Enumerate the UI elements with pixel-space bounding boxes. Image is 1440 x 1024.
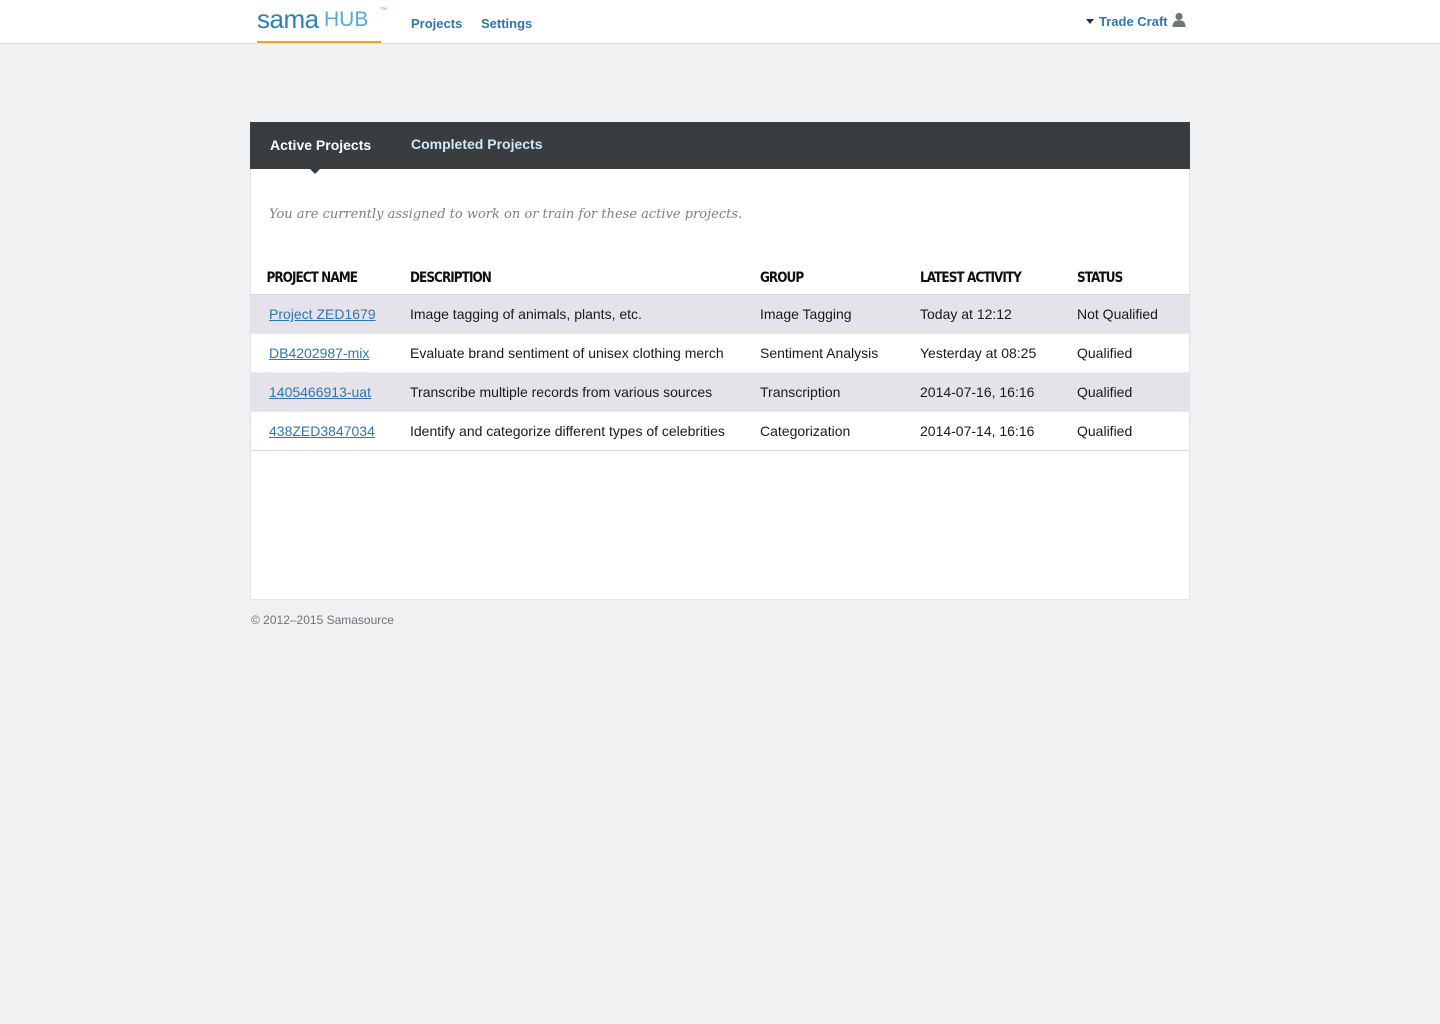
logo-trademark: ™ bbox=[380, 7, 387, 14]
projects-table: PROJECT NAME DESCRIPTION GROUP LATEST AC… bbox=[251, 262, 1189, 451]
column-header-project-name[interactable]: PROJECT NAME bbox=[251, 262, 388, 295]
project-link[interactable]: 438ZED3847034 bbox=[269, 423, 375, 439]
group-cell: Image Tagging bbox=[760, 294, 920, 334]
project-tabs: Active Projects Completed Projects bbox=[250, 122, 1190, 174]
user-menu-dropdown[interactable]: Trade Craft bbox=[1086, 12, 1186, 34]
description-cell: Evaluate brand sentiment of unisex cloth… bbox=[410, 333, 760, 373]
user-icon bbox=[1172, 12, 1186, 30]
activity-cell: 2014-07-14, 16:16 bbox=[920, 411, 1077, 451]
tab-active-projects[interactable]: Active Projects bbox=[270, 137, 371, 153]
logo-secondary-text: HUB bbox=[324, 8, 369, 31]
status-cell: Qualified bbox=[1077, 411, 1189, 451]
project-link[interactable]: DB4202987-mix bbox=[269, 345, 369, 361]
tab-completed-projects[interactable]: Completed Projects bbox=[411, 136, 542, 152]
table-row: 438ZED3847034 Identify and categorize di… bbox=[251, 411, 1189, 451]
status-cell: Qualified bbox=[1077, 372, 1189, 412]
activity-cell: Yesterday at 08:25 bbox=[920, 333, 1077, 373]
intro-text: You are currently assigned to work on or… bbox=[269, 207, 743, 222]
column-header-group[interactable]: GROUP bbox=[760, 262, 898, 295]
project-link[interactable]: 1405466913-uat bbox=[269, 384, 371, 400]
project-name-cell: 1405466913-uat bbox=[251, 372, 410, 412]
top-navbar: sama HUB ™ Projects Settings Trade Craft bbox=[0, 0, 1440, 44]
table-row: 1405466913-uat Transcribe multiple recor… bbox=[251, 372, 1189, 412]
table-header-row: PROJECT NAME DESCRIPTION GROUP LATEST AC… bbox=[251, 262, 1189, 295]
table-row: DB4202987-mix Evaluate brand sentiment o… bbox=[251, 333, 1189, 373]
column-header-latest-activity[interactable]: LATEST ACTIVITY bbox=[920, 262, 1056, 295]
status-cell: Not Qualified bbox=[1077, 294, 1189, 334]
nav-projects-link[interactable]: Projects bbox=[411, 16, 462, 31]
column-header-description[interactable]: DESCRIPTION bbox=[410, 262, 711, 295]
project-name-cell: 438ZED3847034 bbox=[251, 411, 410, 451]
logo-primary-text: sama bbox=[257, 4, 319, 34]
group-cell: Categorization bbox=[760, 411, 920, 451]
column-header-status[interactable]: STATUS bbox=[1077, 262, 1174, 295]
activity-cell: Today at 12:12 bbox=[920, 294, 1077, 334]
description-cell: Image tagging of animals, plants, etc. bbox=[410, 294, 760, 334]
projects-panel: Active Projects Completed Projects You a… bbox=[250, 122, 1190, 600]
nav-settings-link[interactable]: Settings bbox=[481, 16, 532, 31]
status-cell: Qualified bbox=[1077, 333, 1189, 373]
activity-cell: 2014-07-16, 16:16 bbox=[920, 372, 1077, 412]
samahub-logo[interactable]: sama HUB ™ bbox=[257, 2, 387, 43]
project-link[interactable]: Project ZED1679 bbox=[269, 306, 376, 322]
group-cell: Sentiment Analysis bbox=[760, 333, 920, 373]
table-row: Project ZED1679 Image tagging of animals… bbox=[251, 294, 1189, 334]
project-name-cell: Project ZED1679 bbox=[251, 294, 410, 334]
footer-copyright: © 2012–2015 Samasource bbox=[251, 613, 394, 627]
active-tab-indicator bbox=[310, 169, 320, 174]
project-name-cell: DB4202987-mix bbox=[251, 333, 410, 373]
group-cell: Transcription bbox=[760, 372, 920, 412]
description-cell: Transcribe multiple records from various… bbox=[410, 372, 760, 412]
caret-down-icon bbox=[1086, 19, 1094, 25]
description-cell: Identify and categorize different types … bbox=[410, 411, 760, 451]
user-name: Trade Craft bbox=[1099, 14, 1168, 29]
